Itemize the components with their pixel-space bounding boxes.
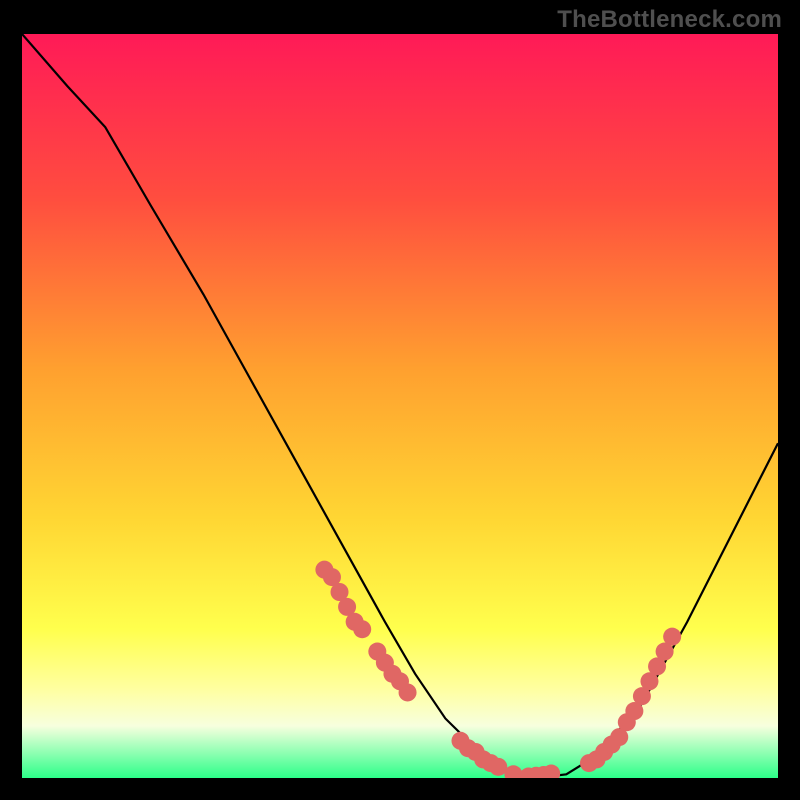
dot: [399, 683, 417, 701]
chart-frame: TheBottleneck.com: [0, 0, 800, 800]
dot: [353, 620, 371, 638]
watermark-text: TheBottleneck.com: [557, 6, 782, 34]
dot: [663, 628, 681, 646]
bottleneck-chart: [22, 34, 778, 778]
plot-area: [22, 34, 778, 778]
